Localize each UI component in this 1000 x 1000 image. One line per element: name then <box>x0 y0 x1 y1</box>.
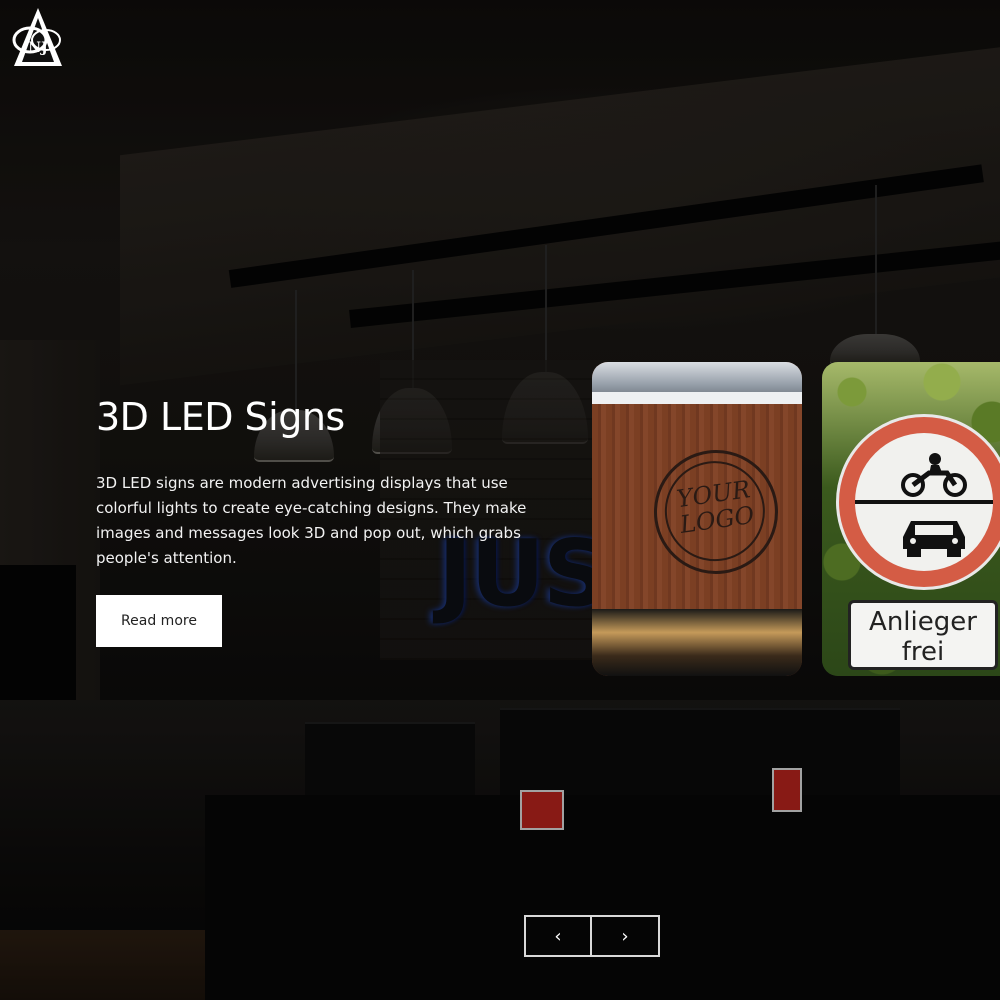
read-more-button[interactable]: Read more <box>96 595 222 647</box>
supplementary-sign-plate: Anlieger frei <box>848 600 998 670</box>
price-card <box>520 790 564 830</box>
chevron-left-icon: ‹ <box>554 925 562 947</box>
prev-slide-button[interactable]: ‹ <box>524 915 592 957</box>
storefront-base <box>592 609 802 676</box>
slide-card-road-sign[interactable]: Anlieger frei <box>822 362 1000 676</box>
brand-logo-icon[interactable]: NJ <box>12 6 64 68</box>
plate-line-1: Anlieger <box>869 607 977 637</box>
car-icon <box>903 521 965 557</box>
next-slide-button[interactable]: › <box>592 915 660 957</box>
plate-line-2: frei <box>901 637 945 667</box>
svg-text:NJ: NJ <box>28 40 48 56</box>
hero-content: 3D LED Signs 3D LED signs are modern adv… <box>96 395 576 647</box>
lamp-wire <box>545 245 547 375</box>
motorcycle-icon <box>901 453 967 497</box>
chevron-right-icon: › <box>621 925 629 947</box>
slider-navigation: ‹ › <box>524 915 660 957</box>
hero-title: 3D LED Signs <box>96 395 345 439</box>
prohibition-sign-icon <box>836 414 1000 590</box>
front-counter <box>205 795 1000 1000</box>
sign-inner <box>855 433 993 571</box>
price-card <box>772 768 802 812</box>
hero-slider: JUS NJ 3D LED Signs 3D LED signs are mod… <box>0 0 1000 1000</box>
lamp-wire <box>875 185 877 335</box>
hero-description: 3D LED signs are modern advertising disp… <box>96 473 527 567</box>
sign-divider <box>855 500 993 504</box>
storefront-strip <box>592 392 802 404</box>
slide-card-logo[interactable]: YOUR LOGO <box>592 362 802 676</box>
